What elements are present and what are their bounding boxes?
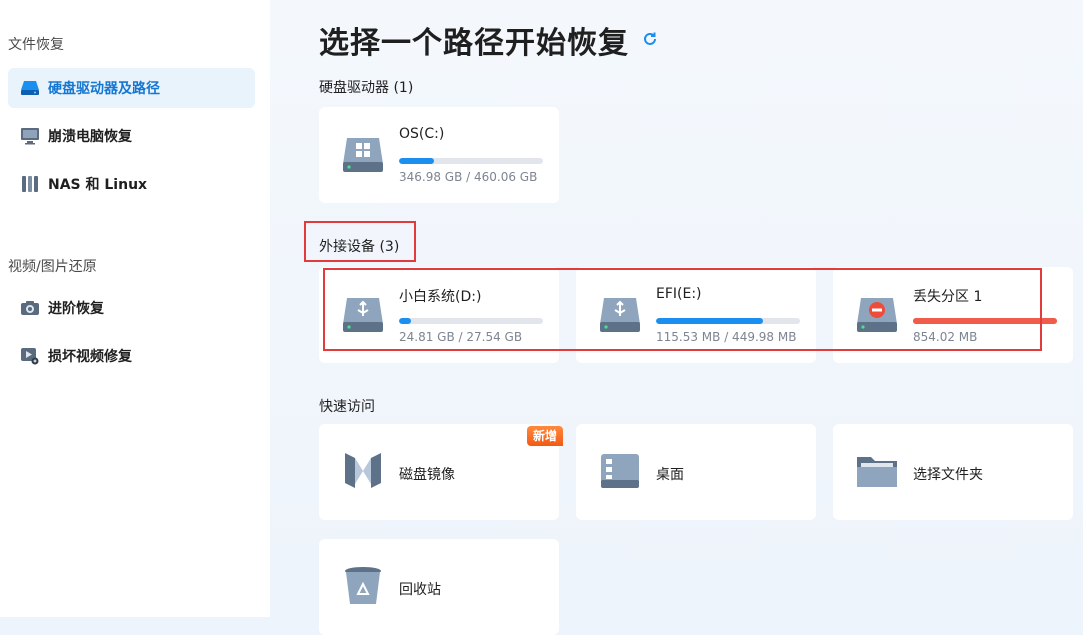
video-repair-icon bbox=[20, 346, 40, 366]
drive-name: EFI(E:) bbox=[656, 286, 702, 302]
sidebar-item-label: 硬盘驱动器及路径 bbox=[48, 81, 160, 97]
quick-item-name: 桌面 bbox=[656, 467, 684, 483]
sidebar-item-crashed-pc[interactable]: 崩溃电脑恢复 bbox=[8, 116, 255, 156]
sidebar-item-video-repair[interactable]: 损坏视频修复 bbox=[8, 336, 255, 376]
quick-disk-image[interactable]: 磁盘镜像 新增 bbox=[319, 424, 563, 520]
monitor-icon bbox=[20, 126, 40, 146]
quick-desktop[interactable]: 桌面 bbox=[576, 424, 816, 520]
drive-card-d[interactable]: 小白系统(D:) 24.81 GB / 27.54 GB bbox=[319, 267, 559, 363]
main-panel: 选择一个路径开始恢复 硬盘驱动器 (1) OS(C:) 346.98 GB / … bbox=[270, 0, 1083, 635]
new-badge: 新增 bbox=[526, 426, 563, 446]
drive-card-e[interactable]: EFI(E:) 115.53 MB / 449.98 MB bbox=[576, 267, 816, 363]
drive-usage-bar bbox=[399, 158, 543, 164]
camera-icon bbox=[20, 298, 40, 318]
quick-item-name: 磁盘镜像 bbox=[399, 467, 455, 483]
sidebar: 文件恢复 硬盘驱动器及路径 崩溃电脑恢复 NAS 和 Linux 视频/图片还原… bbox=[0, 0, 270, 617]
sidebar-item-label: 损坏视频修复 bbox=[48, 349, 132, 365]
folder-icon bbox=[855, 449, 899, 493]
quick-item-name: 回收站 bbox=[399, 582, 441, 598]
sidebar-item-label: 崩溃电脑恢复 bbox=[48, 129, 132, 145]
recycle-bin-icon bbox=[341, 564, 385, 608]
hard-drive-icon bbox=[20, 78, 40, 98]
sidebar-item-label: NAS 和 Linux bbox=[48, 177, 148, 193]
drive-name: 小白系统(D:) bbox=[399, 289, 482, 305]
windows-drive-icon bbox=[341, 132, 385, 176]
sidebar-item-label: 进阶恢复 bbox=[48, 301, 104, 317]
drive-size: 115.53 MB / 449.98 MB bbox=[656, 330, 797, 344]
usb-drive-icon bbox=[341, 292, 385, 336]
quick-item-name: 选择文件夹 bbox=[913, 467, 983, 483]
sidebar-item-nas-linux[interactable]: NAS 和 Linux bbox=[8, 164, 255, 204]
lost-partition-icon bbox=[855, 292, 899, 336]
drive-card-lost-partition[interactable]: 丢失分区 1 854.02 MB bbox=[833, 267, 1073, 363]
drive-name: 丢失分区 1 bbox=[913, 289, 983, 305]
disk-image-icon bbox=[341, 449, 385, 493]
quick-recycle-bin[interactable]: 回收站 bbox=[319, 539, 559, 635]
drive-size: 24.81 GB / 27.54 GB bbox=[399, 330, 523, 344]
hard-drives-label: 硬盘驱动器 (1) bbox=[319, 80, 414, 96]
refresh-icon[interactable] bbox=[642, 31, 658, 47]
drive-size: 346.98 GB / 460.06 GB bbox=[399, 170, 538, 184]
quick-access-label: 快速访问 bbox=[319, 399, 375, 415]
page-title: 选择一个路径开始恢复 bbox=[319, 26, 629, 61]
drive-usage-bar bbox=[399, 318, 543, 324]
sidebar-section-file-recovery: 文件恢复 bbox=[8, 37, 64, 53]
quick-select-folder[interactable]: 选择文件夹 bbox=[833, 424, 1073, 520]
drive-name: OS(C:) bbox=[399, 126, 445, 142]
drive-size: 854.02 MB bbox=[913, 330, 978, 344]
external-devices-label: 外接设备 (3) bbox=[319, 239, 400, 255]
sidebar-item-hard-drives[interactable]: 硬盘驱动器及路径 bbox=[8, 68, 255, 108]
drive-usage-bar bbox=[913, 318, 1057, 324]
usb-drive-icon bbox=[598, 292, 642, 336]
desktop-icon bbox=[598, 449, 642, 493]
nas-icon bbox=[20, 174, 40, 194]
drive-card-c[interactable]: OS(C:) 346.98 GB / 460.06 GB bbox=[319, 107, 559, 203]
sidebar-item-advanced-recovery[interactable]: 进阶恢复 bbox=[8, 288, 255, 328]
drive-usage-bar bbox=[656, 318, 800, 324]
sidebar-section-media-recovery: 视频/图片还原 bbox=[8, 259, 97, 275]
